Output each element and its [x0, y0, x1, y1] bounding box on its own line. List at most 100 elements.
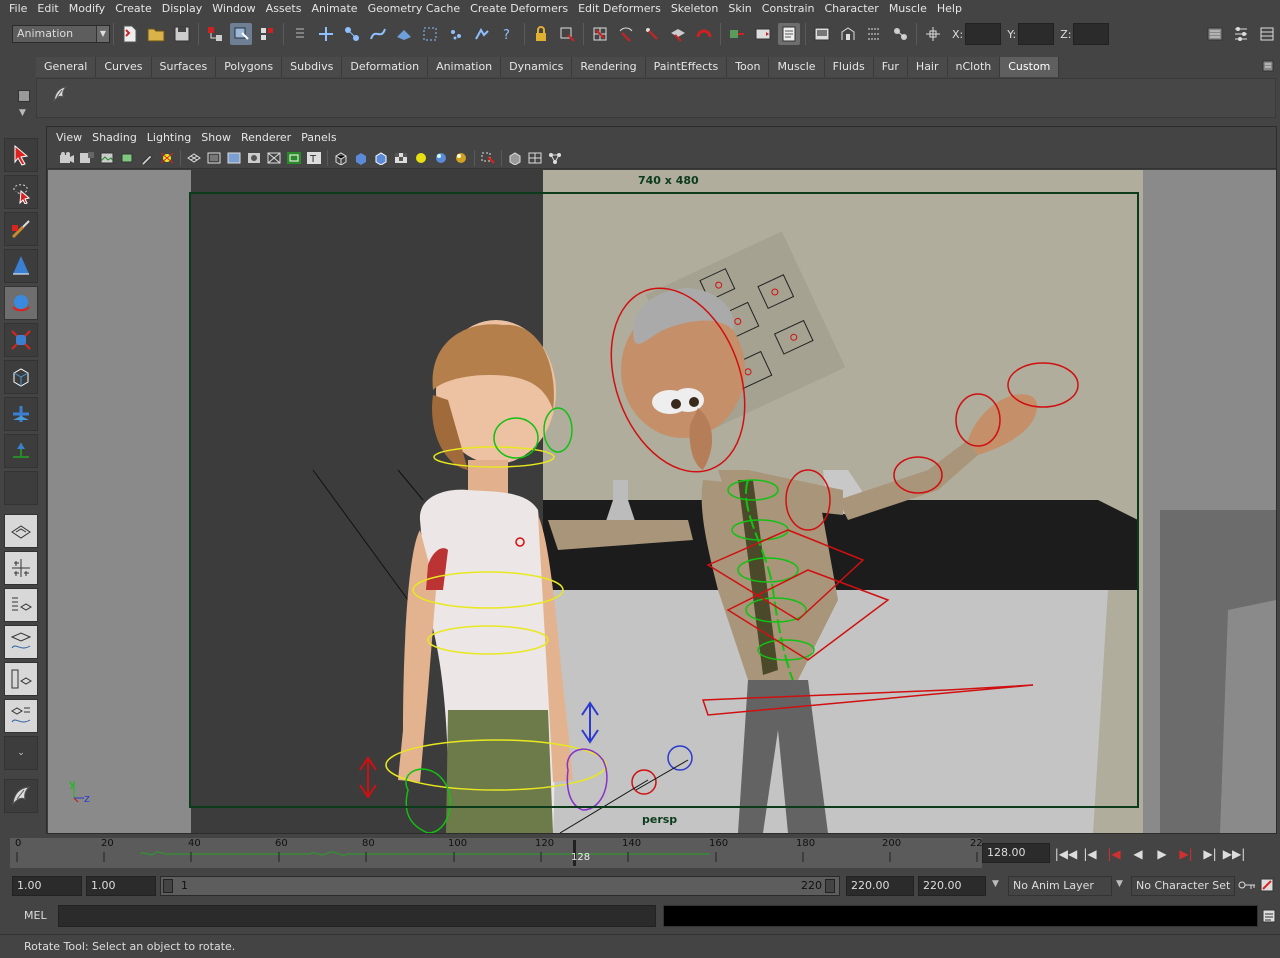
select-deformations-icon[interactable]	[419, 23, 441, 45]
tab-polygons[interactable]: Polygons	[216, 57, 283, 77]
selection-mask-icon[interactable]	[289, 23, 311, 45]
input-output-icon[interactable]	[726, 23, 748, 45]
two-d-pan-zoom-icon[interactable]	[119, 150, 135, 166]
step-forward-frame-button[interactable]: ▶|	[1198, 843, 1222, 865]
key-icon[interactable]	[1238, 878, 1256, 895]
grid-toggle-icon[interactable]	[186, 150, 202, 166]
camera-lock-icon[interactable]	[159, 150, 175, 166]
menu-edit-deformers[interactable]: Edit Deformers	[573, 0, 666, 18]
layout-four-button[interactable]	[4, 551, 38, 585]
xray-joints-icon[interactable]	[527, 150, 543, 166]
paint-select-tool-button[interactable]	[4, 212, 38, 246]
save-scene-icon[interactable]	[171, 23, 193, 45]
shelf-tab-toggle[interactable]	[18, 90, 30, 102]
select-misc-icon[interactable]: ?	[497, 23, 519, 45]
render-current-frame-icon[interactable]	[778, 23, 800, 45]
menu-character[interactable]: Character	[820, 0, 884, 18]
attribute-editor-icon[interactable]	[1204, 23, 1226, 45]
rotate-tool-button[interactable]	[4, 286, 38, 320]
command-language-label[interactable]: MEL	[24, 909, 47, 922]
current-frame-field[interactable]: 128.00	[982, 843, 1050, 863]
panel-menu-show[interactable]: Show	[196, 131, 236, 144]
menu-modify[interactable]: Modify	[64, 0, 110, 18]
x-field[interactable]	[965, 23, 1002, 45]
wireframe-icon[interactable]	[333, 150, 349, 166]
tab-rendering[interactable]: Rendering	[572, 57, 646, 77]
make-live-icon[interactable]	[693, 23, 715, 45]
menu-set-dropdown[interactable]: Animation ▼	[12, 25, 110, 43]
layout-single-button[interactable]	[4, 514, 38, 548]
universal-manipulator-button[interactable]	[4, 360, 38, 394]
move-tool-button[interactable]	[4, 249, 38, 283]
range-end-handle[interactable]	[825, 879, 835, 893]
panel-menu-renderer[interactable]: Renderer	[236, 131, 296, 144]
tab-ncloth[interactable]: nCloth	[947, 57, 1001, 77]
playback-start-field[interactable]: 1.00	[86, 876, 156, 896]
anim-layer-dropdown[interactable]: No Anim Layer	[1008, 876, 1112, 896]
tab-deformation[interactable]: Deformation	[342, 57, 429, 77]
scale-tool-button[interactable]	[4, 323, 38, 357]
tab-painteffects[interactable]: PaintEffects	[645, 57, 728, 77]
chevron-down-icon[interactable]: ▼	[992, 879, 999, 889]
tab-custom[interactable]: Custom	[1000, 57, 1060, 77]
safe-action-icon[interactable]	[286, 150, 302, 166]
smooth-shade-icon[interactable]	[353, 150, 369, 166]
script-editor-icon[interactable]	[1262, 909, 1276, 926]
go-to-end-button[interactable]: ▶▶|	[1222, 843, 1246, 865]
snap-curve-icon[interactable]	[615, 23, 637, 45]
menu-display[interactable]: Display	[157, 0, 208, 18]
panel-menu-shading[interactable]: Shading	[87, 131, 142, 144]
layout-more-button[interactable]: ⌄	[4, 736, 38, 770]
select-tool-button[interactable]	[4, 138, 38, 172]
layout-outliner-button[interactable]	[4, 588, 38, 622]
range-start-handle[interactable]	[163, 879, 173, 893]
play-forwards-button[interactable]: ▶	[1150, 843, 1174, 865]
shelf-menu-icon[interactable]: ▼	[19, 108, 26, 118]
select-surfaces-icon[interactable]	[393, 23, 415, 45]
tab-subdivs[interactable]: Subdivs	[282, 57, 343, 77]
select-handles-icon[interactable]	[315, 23, 337, 45]
high-quality-icon[interactable]	[453, 150, 469, 166]
lock-selection-icon[interactable]	[530, 23, 552, 45]
tab-fur[interactable]: Fur	[873, 57, 908, 77]
menu-create[interactable]: Create	[110, 0, 157, 18]
tab-toon[interactable]: Toon	[727, 57, 770, 77]
highlight-selection-icon[interactable]	[556, 23, 578, 45]
y-field[interactable]	[1018, 23, 1055, 45]
select-curves-icon[interactable]	[367, 23, 389, 45]
menu-create-deformers[interactable]: Create Deformers	[465, 0, 573, 18]
step-forward-key-button[interactable]: ▶|	[1174, 843, 1198, 865]
hypershade-icon[interactable]	[889, 23, 911, 45]
menu-muscle[interactable]: Muscle	[884, 0, 932, 18]
construction-history-icon[interactable]	[752, 23, 774, 45]
show-manipulator-button[interactable]	[4, 434, 38, 468]
menu-geometry-cache[interactable]: Geometry Cache	[363, 0, 466, 18]
character-set-dropdown[interactable]: No Character Set	[1131, 876, 1235, 896]
ipr-render-icon[interactable]	[837, 23, 859, 45]
open-scene-icon[interactable]	[145, 23, 167, 45]
go-to-start-button[interactable]: |◀◀	[1054, 843, 1078, 865]
menu-skin[interactable]: Skin	[723, 0, 756, 18]
tab-general[interactable]: General	[36, 57, 97, 77]
tab-hair[interactable]: Hair	[907, 57, 948, 77]
chevron-down-icon[interactable]: ▼	[1116, 879, 1123, 889]
menu-animate[interactable]: Animate	[306, 0, 362, 18]
tab-curves[interactable]: Curves	[96, 57, 152, 77]
playback-end-field[interactable]: 220.00	[846, 876, 914, 896]
tab-animation[interactable]: Animation	[428, 57, 502, 77]
select-hierarchy-icon[interactable]	[204, 23, 226, 45]
transform-mode-icon[interactable]	[922, 23, 944, 45]
isolate-select-icon[interactable]	[480, 150, 496, 166]
resolution-gate-icon[interactable]	[226, 150, 242, 166]
select-object-icon[interactable]	[230, 23, 252, 45]
soft-modification-button[interactable]	[4, 397, 38, 431]
safe-title-icon[interactable]: T	[306, 150, 322, 166]
backface-culling-icon[interactable]	[547, 150, 563, 166]
snap-grid-icon[interactable]	[589, 23, 611, 45]
step-back-key-button[interactable]: |◀	[1102, 843, 1126, 865]
gate-mask-icon[interactable]	[246, 150, 262, 166]
panel-menu-panels[interactable]: Panels	[296, 131, 341, 144]
render-settings-icon[interactable]	[863, 23, 885, 45]
camera-attributes-icon[interactable]	[59, 150, 75, 166]
step-back-frame-button[interactable]: |◀	[1078, 843, 1102, 865]
